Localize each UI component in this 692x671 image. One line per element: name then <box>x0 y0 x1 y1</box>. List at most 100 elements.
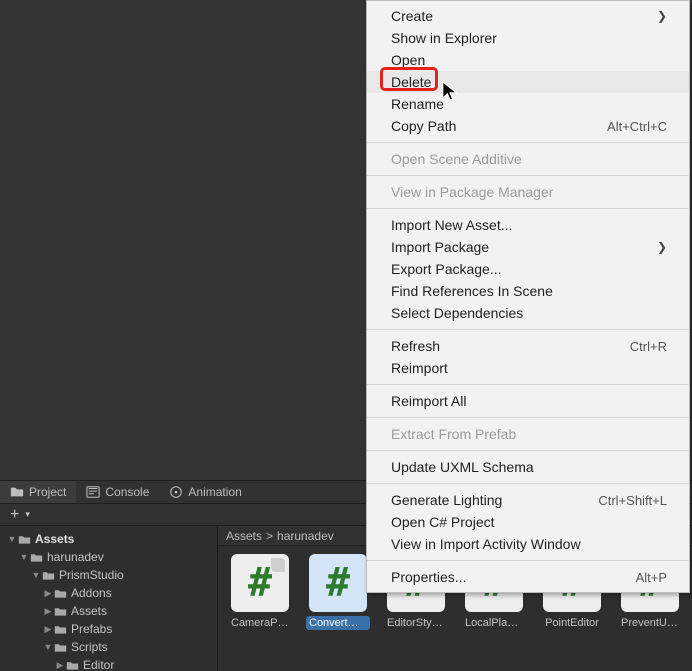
menu-label: Update UXML Schema <box>391 459 534 475</box>
asset-label: CameraPr... <box>228 616 292 630</box>
menu-label: Open C# Project <box>391 514 495 530</box>
script-icon: # <box>309 554 367 612</box>
menu-view-import-activity[interactable]: View in Import Activity Window <box>367 533 689 555</box>
asset-item[interactable]: # CameraPr... <box>228 554 292 663</box>
menu-update-uxml-schema[interactable]: Update UXML Schema <box>367 456 689 478</box>
asset-label: PointEditor <box>542 616 602 630</box>
expand-icon[interactable]: ▼ <box>18 552 30 562</box>
expand-icon[interactable]: ▶ <box>42 624 54 635</box>
menu-separator <box>367 450 689 451</box>
add-dropdown-caret[interactable]: ▾ <box>25 509 30 520</box>
tree-label: Addons <box>71 586 112 600</box>
asset-label: ConvertOl... <box>306 616 370 630</box>
menu-separator <box>367 329 689 330</box>
tree-item-assets[interactable]: ▼ Assets <box>0 530 217 548</box>
tree-label: harunadev <box>47 550 104 564</box>
menu-label: View in Package Manager <box>391 184 553 200</box>
folder-icon <box>30 551 43 564</box>
tree-label: Assets <box>35 532 74 546</box>
menu-label: Export Package... <box>391 261 502 277</box>
menu-show-explorer[interactable]: Show in Explorer <box>367 27 689 49</box>
menu-label: Open <box>391 52 425 68</box>
menu-label: Reimport <box>391 360 448 376</box>
folder-icon <box>66 659 79 671</box>
tab-label: Project <box>29 485 66 499</box>
context-menu: Create ❯ Show in Explorer Open Delete Re… <box>366 0 690 593</box>
menu-import-new-asset[interactable]: Import New Asset... <box>367 214 689 236</box>
menu-separator <box>367 417 689 418</box>
menu-separator <box>367 384 689 385</box>
menu-shortcut: Alt+P <box>636 570 667 585</box>
menu-copy-path[interactable]: Copy Path Alt+Ctrl+C <box>367 115 689 137</box>
tree-item-harunadev[interactable]: ▼ harunadev <box>0 548 217 566</box>
asset-label: LocalPlaye... <box>462 616 526 630</box>
menu-label: Find References In Scene <box>391 283 553 299</box>
folder-tree: ▼ Assets ▼ harunadev ▼ PrismStudio ▶ Add… <box>0 526 218 671</box>
menu-extract-from-prefab: Extract From Prefab <box>367 423 689 445</box>
tree-item-assets-sub[interactable]: ▶ Assets <box>0 602 217 620</box>
tab-project[interactable]: Project <box>0 481 76 503</box>
menu-refresh[interactable]: Refresh Ctrl+R <box>367 335 689 357</box>
menu-shortcut: Ctrl+Shift+L <box>598 493 667 508</box>
menu-shortcut: Alt+Ctrl+C <box>607 119 667 134</box>
tree-item-editor[interactable]: ▶ Editor <box>0 656 217 671</box>
menu-reimport-all[interactable]: Reimport All <box>367 390 689 412</box>
tree-item-prismstudio[interactable]: ▼ PrismStudio <box>0 566 217 584</box>
menu-label: Copy Path <box>391 118 456 134</box>
menu-label: Open Scene Additive <box>391 151 522 167</box>
asset-label: PreventUn... <box>618 616 682 630</box>
tab-console[interactable]: Console <box>76 481 159 503</box>
menu-label: Show in Explorer <box>391 30 497 46</box>
tree-item-prefabs[interactable]: ▶ Prefabs <box>0 620 217 638</box>
expand-icon[interactable]: ▶ <box>42 588 54 599</box>
folder-icon <box>42 569 55 582</box>
tab-animation[interactable]: Animation <box>159 481 251 503</box>
menu-label: Import Package <box>391 239 489 255</box>
menu-label: Select Dependencies <box>391 305 523 321</box>
expand-icon[interactable]: ▼ <box>42 642 54 652</box>
tab-label: Console <box>105 485 149 499</box>
breadcrumb-part[interactable]: Assets <box>226 529 262 543</box>
menu-label: Generate Lighting <box>391 492 502 508</box>
console-icon <box>86 485 100 499</box>
menu-separator <box>367 560 689 561</box>
tree-item-scripts[interactable]: ▼ Scripts <box>0 638 217 656</box>
folder-icon <box>54 605 67 618</box>
menu-label: Delete <box>391 74 431 90</box>
menu-label: Reimport All <box>391 393 466 409</box>
project-icon <box>10 485 24 499</box>
menu-separator <box>367 483 689 484</box>
expand-icon[interactable]: ▼ <box>30 570 42 580</box>
tree-label: Editor <box>83 658 114 671</box>
animation-icon <box>169 485 183 499</box>
script-icon: # <box>231 554 289 612</box>
expand-icon[interactable]: ▶ <box>42 606 54 617</box>
menu-label: Refresh <box>391 338 440 354</box>
menu-import-package[interactable]: Import Package ❯ <box>367 236 689 258</box>
tree-item-addons[interactable]: ▶ Addons <box>0 584 217 602</box>
menu-open[interactable]: Open <box>367 49 689 71</box>
breadcrumb-part[interactable]: harunadev <box>277 529 334 543</box>
asset-item-selected[interactable]: # ConvertOl... <box>306 554 370 663</box>
chevron-right-icon: ❯ <box>657 240 667 254</box>
tree-label: PrismStudio <box>59 568 124 582</box>
menu-open-csharp-project[interactable]: Open C# Project <box>367 511 689 533</box>
expand-icon[interactable]: ▶ <box>54 660 66 671</box>
menu-open-scene-additive: Open Scene Additive <box>367 148 689 170</box>
menu-export-package[interactable]: Export Package... <box>367 258 689 280</box>
expand-icon[interactable]: ▼ <box>6 534 18 544</box>
folder-icon <box>54 587 67 600</box>
menu-properties[interactable]: Properties... Alt+P <box>367 566 689 588</box>
menu-delete[interactable]: Delete <box>367 71 689 93</box>
folder-icon <box>18 533 31 546</box>
menu-reimport[interactable]: Reimport <box>367 357 689 379</box>
menu-generate-lighting[interactable]: Generate Lighting Ctrl+Shift+L <box>367 489 689 511</box>
menu-select-dependencies[interactable]: Select Dependencies <box>367 302 689 324</box>
tab-label: Animation <box>188 485 241 499</box>
menu-find-references[interactable]: Find References In Scene <box>367 280 689 302</box>
menu-label: Properties... <box>391 569 466 585</box>
menu-create[interactable]: Create ❯ <box>367 5 689 27</box>
add-button[interactable]: + <box>6 506 23 524</box>
menu-rename[interactable]: Rename <box>367 93 689 115</box>
menu-separator <box>367 142 689 143</box>
